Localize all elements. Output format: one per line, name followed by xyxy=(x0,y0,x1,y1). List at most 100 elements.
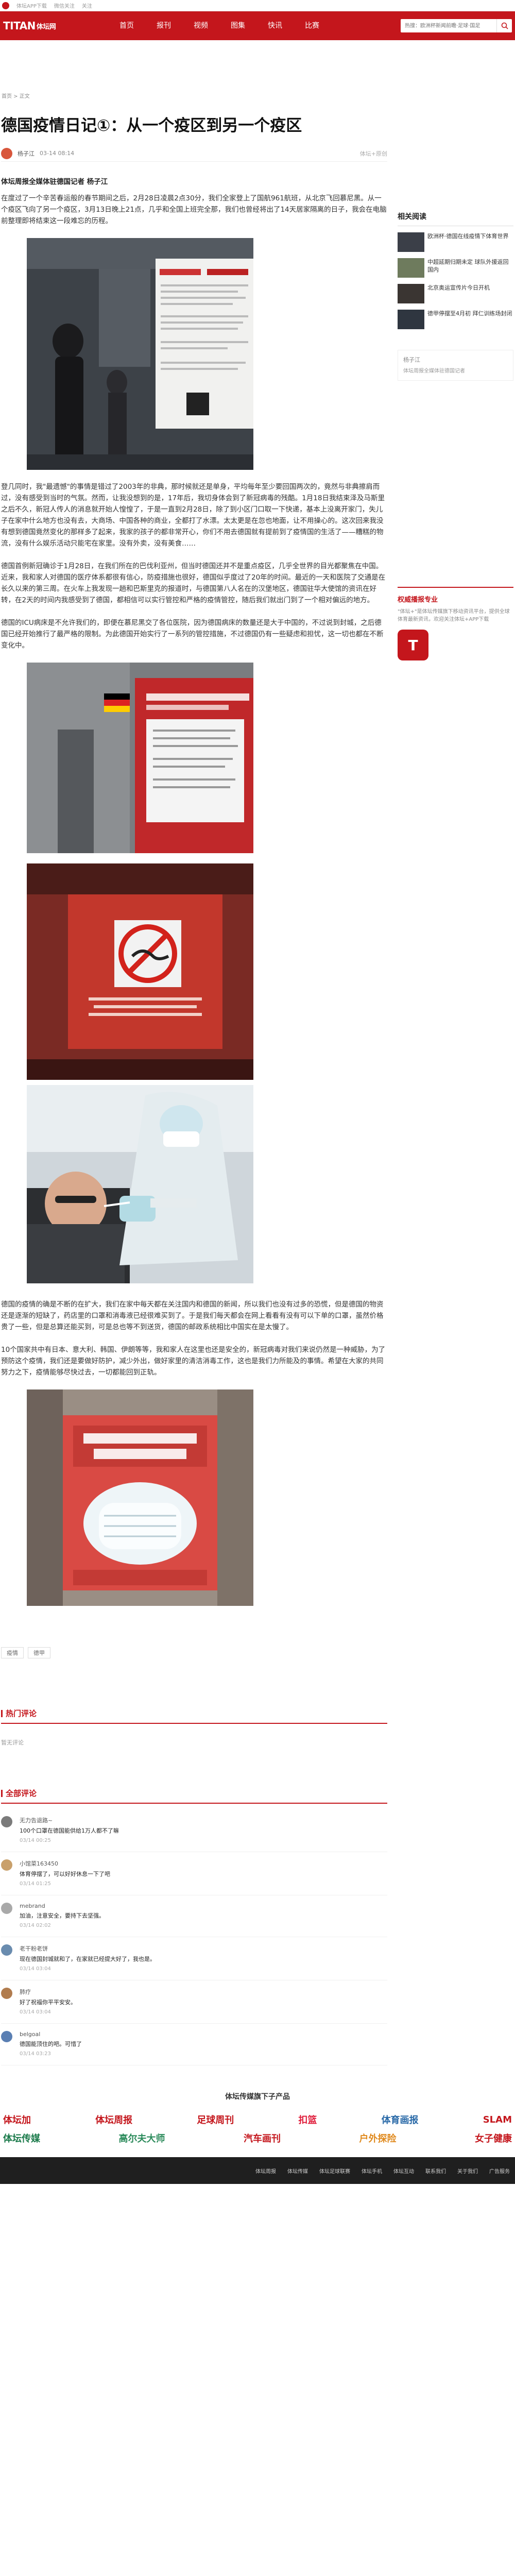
footer-brands: 体坛传媒旗下子产品 体坛加 体坛周报 足球周刊 扣篮 体育画报 SLAM 体坛传媒 高尔夫大… xyxy=(0,2091,515,2145)
footer-brands-title: 体坛传媒旗下子产品 xyxy=(225,2093,290,2101)
article-paragraph: 德国的ICU病床是不允许我们的，即便在慕尼黑交了各位医院，因为德国病床的数量还是… xyxy=(1,619,384,650)
author-card-desc: 体坛周报全媒体驻德国记者 xyxy=(403,368,465,374)
main-nav: 首页 报刊 视频 图集 快讯 比赛 xyxy=(108,11,331,40)
footer-link[interactable]: 关于我们 xyxy=(457,2167,478,2175)
author-card[interactable]: 杨子江 体坛周报全媒体驻德国记者 xyxy=(398,350,513,381)
hot-comments-title: 热门评论 xyxy=(6,1709,37,1718)
article-paragraph: 登几同时，我"最遗憾"的事情是错过了2003年的非典，那时候就还是单身，平均每年… xyxy=(1,483,385,548)
commenter-avatar[interactable] xyxy=(1,1816,12,1827)
related-item[interactable]: 中超延期归期未定 球队外援返回国内 xyxy=(398,258,513,278)
comment-item: 老干粉老饼 现在德国封城就和了，在家就已经提大好了，我也是。 03/14 03:04 xyxy=(1,1937,387,1980)
nav-papers[interactable]: 报刊 xyxy=(145,11,182,40)
commenter-name[interactable]: 老干粉老饼 xyxy=(20,1944,156,1953)
footer-link[interactable]: 联系我们 xyxy=(425,2167,446,2175)
follow-link[interactable]: 关注 xyxy=(82,2,92,9)
nav-video[interactable]: 视频 xyxy=(182,11,219,40)
commenter-avatar[interactable] xyxy=(1,1859,12,1871)
hot-comments-header: 热门评论 xyxy=(1,1708,387,1724)
article-tags: 疫情 德甲 xyxy=(1,1647,387,1658)
brand-main: TITAN xyxy=(3,20,36,32)
article-main: 德国疫情日记①：从一个疫区到另一个疫区 杨子江 03-14 08:14 体坛+原… xyxy=(1,100,387,2065)
comment-body: mebrand 加油，注意安全，要持下去坚强。 03/14 02:02 xyxy=(20,1903,105,1928)
brand-row-2: 体坛传媒 高尔夫大师 汽车画刊 户外探险 女子健康 xyxy=(0,2131,515,2145)
footer-link[interactable]: 体坛周报 xyxy=(255,2167,276,2175)
app-download-link[interactable]: 体坛APP下载 xyxy=(16,2,47,9)
commenter-name[interactable]: belgoal xyxy=(20,2031,82,2038)
article-paragraph: 10个国家共中有日本、意大利、韩国、伊朗等等，我和家人在这里也还是安全的，新冠病… xyxy=(1,1346,386,1377)
related-title: 相关阅读 xyxy=(398,211,513,226)
nav-matches[interactable]: 比赛 xyxy=(294,11,331,40)
footer-link[interactable]: 体坛互动 xyxy=(393,2167,414,2175)
commenter-avatar[interactable] xyxy=(1,1903,12,1914)
related-item[interactable]: 北京奥运宣传片今日开机 xyxy=(398,284,513,303)
author-avatar[interactable] xyxy=(1,147,12,159)
nav-home[interactable]: 首页 xyxy=(108,11,145,40)
brand-logo[interactable]: 体坛传媒 xyxy=(3,2131,40,2145)
comment-body: 小馆菜163450 体育停摆了，可以好好休息一下了吧 03/14 01:25 xyxy=(20,1859,110,1887)
footer-link[interactable]: 体坛传媒 xyxy=(287,2167,308,2175)
commenter-name[interactable]: 无力告退路~ xyxy=(20,1816,119,1824)
commenter-name[interactable]: mebrand xyxy=(20,1903,105,1909)
wechat-follow-link[interactable]: 微信关注 xyxy=(54,2,75,9)
comment-text: 体育停摆了，可以好好休息一下了吧 xyxy=(20,1871,110,1877)
commenter-avatar[interactable] xyxy=(1,1944,12,1956)
comment-item: mebrand 加油，注意安全，要持下去坚强。 03/14 02:02 xyxy=(1,1895,387,1937)
brand-logo[interactable]: 女子健康 xyxy=(475,2131,512,2145)
comment-time: 03/14 03:23 xyxy=(20,2051,51,2057)
comment-item: 无力告退路~ 100个口罩在德国能供给1万人都不了嘛 03/14 00:25 xyxy=(1,1809,387,1852)
site-logo[interactable]: TITAN 体坛网 xyxy=(0,11,57,40)
brand-logo[interactable]: 高尔夫大师 xyxy=(119,2131,165,2145)
related-thumb xyxy=(398,258,424,278)
brand-logo[interactable]: 汽车画刊 xyxy=(244,2131,281,2145)
brand-logo[interactable]: 体坛加 xyxy=(3,2113,31,2126)
coronavirus-poster-photo xyxy=(27,663,253,853)
brand-logo[interactable]: 扣篮 xyxy=(298,2113,317,2126)
commenter-name[interactable]: 肺疗 xyxy=(20,1988,76,1996)
brand-logo[interactable]: SLAM xyxy=(483,2114,512,2125)
nav-flash[interactable]: 快讯 xyxy=(256,11,294,40)
footer-link[interactable]: 体坛足球联赛 xyxy=(319,2167,350,2175)
medical-test-photo xyxy=(27,1085,253,1283)
site-header: TITAN 体坛网 首页 报刊 视频 图集 快讯 比赛 xyxy=(0,11,515,40)
brand-logo[interactable]: 户外探险 xyxy=(359,2131,397,2145)
nav-gallery[interactable]: 图集 xyxy=(219,11,256,40)
article-paragraph: 在度过了一个辛苦春运般的春节期间之后，2月28日凌晨2点30分，我们全家登上了国… xyxy=(1,194,387,225)
all-comments-header: 全部评论 xyxy=(1,1788,387,1804)
commenter-name[interactable]: 小馆菜163450 xyxy=(20,1859,110,1868)
comment-body: belgoal 德国能顶住的吧。可惜了 03/14 03:23 xyxy=(20,2031,82,2057)
all-comments-title: 全部评论 xyxy=(6,1789,37,1798)
related-thumb xyxy=(398,232,424,252)
comment-time: 03/14 00:25 xyxy=(20,1838,51,1843)
no-handshake-sign-photo xyxy=(27,863,253,1080)
article-lead: 体坛周报全媒体驻德国记者 杨子江 xyxy=(1,178,108,186)
related-item[interactable]: 德甲停摆至4月初 拜仁训练场封闭 xyxy=(398,310,513,329)
related-item[interactable]: 欧洲杯·德国在线疫情下体育世界 xyxy=(398,232,513,252)
breadcrumb: 首页 > 正文 xyxy=(2,94,30,99)
comment-time: 03/14 03:04 xyxy=(20,1966,51,1972)
section-marker xyxy=(1,1709,3,1717)
face-mask-poster-photo xyxy=(27,1389,253,1606)
related-text: 德甲停摆至4月初 拜仁训练场封闭 xyxy=(427,310,512,317)
related-thumb xyxy=(398,284,424,303)
commenter-avatar[interactable] xyxy=(1,1988,12,1999)
tag-item[interactable]: 疫情 xyxy=(1,1647,24,1658)
tag-item[interactable]: 德甲 xyxy=(28,1647,50,1658)
related-text: 北京奥运宣传片今日开机 xyxy=(427,284,490,291)
top-utility-bar: 体坛APP下载 微信关注 关注 xyxy=(0,0,515,11)
commenter-avatar[interactable] xyxy=(1,2031,12,2042)
comment-time: 03/14 03:04 xyxy=(20,2009,51,2015)
brand-logo[interactable]: 足球周刊 xyxy=(197,2113,234,2126)
article-body: 体坛周报全媒体驻德国记者 杨子江 在度过了一个辛苦春运般的春节期间之后，2月28… xyxy=(1,176,387,2065)
brand-logo[interactable]: 体育画报 xyxy=(382,2113,419,2126)
footer-link[interactable]: 广告服务 xyxy=(489,2167,510,2175)
author-name[interactable]: 杨子江 xyxy=(18,149,35,158)
app-promo-card: 权威播报专业 "体坛+"是体坛传媒旗下移动资讯平台，提供全球体育最新资讯，欢迎关… xyxy=(398,587,513,660)
brand-logo[interactable]: 体坛周报 xyxy=(95,2113,132,2126)
search-input[interactable] xyxy=(401,19,496,32)
brand-cn: 体坛网 xyxy=(36,23,56,31)
article-paragraph: 德国的疫情的确是不断的在扩大，我们在家中每天都在关注国内和德国的新闻，所以我们也… xyxy=(1,1300,384,1331)
app-logo-icon[interactable]: T xyxy=(398,630,428,660)
article-paragraph: 德国首例新冠确诊于1月28日，在我们所在的巴伐利亚州，但当时德国还并不是重点疫区… xyxy=(1,562,386,604)
search-button[interactable] xyxy=(496,19,512,32)
footer-link[interactable]: 体坛手机 xyxy=(362,2167,382,2175)
